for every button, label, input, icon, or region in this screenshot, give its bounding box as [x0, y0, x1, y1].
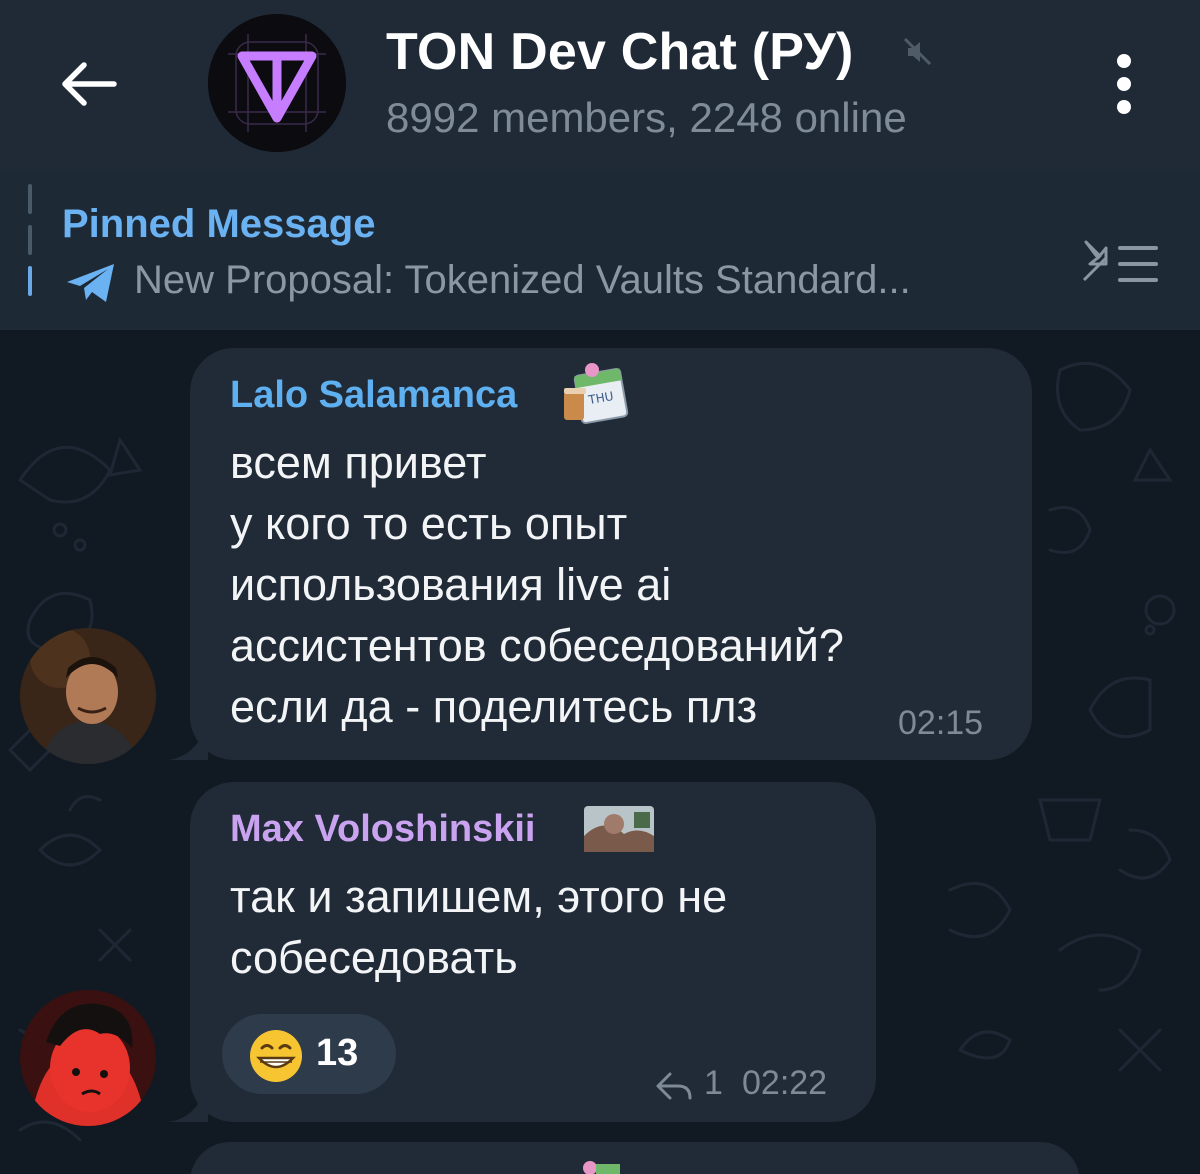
message-text: так и запишем, этого не собеседовать	[230, 871, 728, 983]
bubble-tail	[168, 720, 208, 760]
ton-logo-icon	[208, 14, 346, 152]
reply-count[interactable]: 1	[704, 1064, 723, 1103]
bubble-tail	[168, 1082, 208, 1122]
back-button[interactable]	[52, 48, 124, 120]
telegram-plane-icon	[67, 264, 114, 302]
calendar-emoji-icon	[583, 1161, 620, 1174]
sender-name[interactable]: Lalo Salamanca	[230, 374, 517, 417]
message-text: всем привет у кого то есть опыт использо…	[230, 437, 844, 732]
avatar-photo	[20, 990, 156, 1126]
grinning-face-icon	[250, 1030, 302, 1082]
more-menu-button[interactable]	[1098, 46, 1150, 122]
pinned-label: Pinned Message	[62, 202, 376, 246]
message-time: 02:22	[742, 1064, 828, 1102]
arrow-left-icon	[62, 62, 117, 106]
sender-avatar[interactable]	[20, 628, 156, 764]
sender-avatar[interactable]	[20, 990, 156, 1126]
reaction-count: 13	[316, 1032, 359, 1074]
reaction-chip[interactable]: 13	[222, 1014, 396, 1094]
sender-name[interactable]: Max Voloshinskii	[230, 808, 535, 851]
avatar-photo	[20, 628, 156, 764]
dot-icon	[1117, 54, 1131, 68]
group-avatar[interactable]	[208, 14, 346, 152]
chat-title[interactable]: TON Dev Chat (РУ)	[386, 22, 854, 82]
pinned-indicator	[28, 184, 34, 302]
message-bubble[interactable]	[190, 1142, 1080, 1174]
message-time: 02:15	[898, 704, 984, 742]
pinned-list-icon[interactable]	[1076, 232, 1164, 288]
calendar-emoji-icon: THU	[564, 363, 629, 424]
chat-header: TON Dev Chat (РУ) 8992 members, 2248 onl…	[0, 0, 1200, 170]
muted-icon	[903, 37, 932, 66]
dot-icon	[1117, 100, 1131, 114]
dot-icon	[1117, 77, 1131, 91]
pinned-text: New Proposal: Tokenized Vaults Standard.…	[134, 258, 911, 302]
reply-icon[interactable]	[654, 1066, 694, 1104]
pinned-message-bar[interactable]: Pinned Message New Proposal: Tokenized V…	[0, 170, 1200, 330]
photo-emoji-icon	[584, 806, 654, 852]
chat-subtitle: 8992 members, 2248 online	[386, 94, 907, 141]
